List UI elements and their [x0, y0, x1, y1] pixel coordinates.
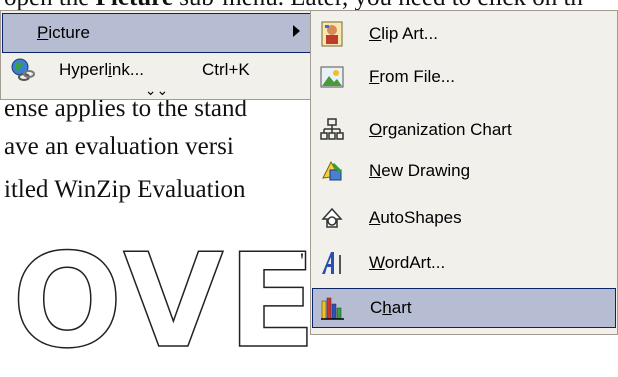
document-text-line: ave an evaluation versi: [4, 133, 234, 160]
menu-item-label: Clip Art...: [369, 24, 438, 43]
menu-item-chart[interactable]: Chart: [312, 288, 616, 328]
menu-item-label: WordArt...: [369, 253, 446, 272]
menu-item-label: Organization Chart: [369, 120, 512, 139]
menu-item-clip-art[interactable]: Clip Art...: [312, 14, 616, 54]
picture-submenu: Clip Art... From File... Organization Ch…: [310, 10, 618, 335]
document-text-fragment: ': [300, 248, 304, 273]
menu-item-autoshapes[interactable]: AutoShapes: [312, 198, 616, 238]
menu-item-label: Chart: [370, 298, 412, 317]
globe-link-icon: [5, 53, 39, 87]
org-chart-icon: [315, 113, 349, 147]
submenu-arrow-icon: [293, 25, 300, 37]
menu-item-label: Picture: [37, 23, 90, 42]
menu-item-label: Hyperlink...: [59, 60, 145, 79]
autoshapes-icon: [315, 201, 349, 235]
chart-icon: [316, 291, 350, 325]
wordart-text[interactable]: OVE: [11, 235, 320, 367]
from-file-icon: [315, 60, 349, 94]
wordart-icon: [315, 246, 349, 280]
menu-item-label: AutoShapes: [369, 208, 462, 227]
insert-menu: Picture Hyperlink... Ctrl+K ⌄⌄: [0, 10, 313, 100]
new-drawing-icon: [315, 154, 349, 188]
expand-menu-chevron-icon[interactable]: ⌄⌄: [1, 83, 312, 97]
clip-art-icon: [315, 17, 349, 51]
menu-item-wordart[interactable]: WordArt...: [312, 243, 616, 283]
menu-item-new-drawing[interactable]: New Drawing: [312, 151, 616, 191]
menu-item-from-file[interactable]: From File...: [312, 57, 616, 97]
menu-item-organization-chart[interactable]: Organization Chart: [312, 110, 616, 150]
menu-item-picture[interactable]: Picture: [2, 13, 311, 53]
menu-item-shortcut: Ctrl+K: [202, 60, 250, 79]
menu-item-label: From File...: [369, 67, 455, 86]
document-text-line: itled WinZip Evaluation: [4, 176, 246, 203]
menu-item-label: New Drawing: [369, 161, 471, 180]
